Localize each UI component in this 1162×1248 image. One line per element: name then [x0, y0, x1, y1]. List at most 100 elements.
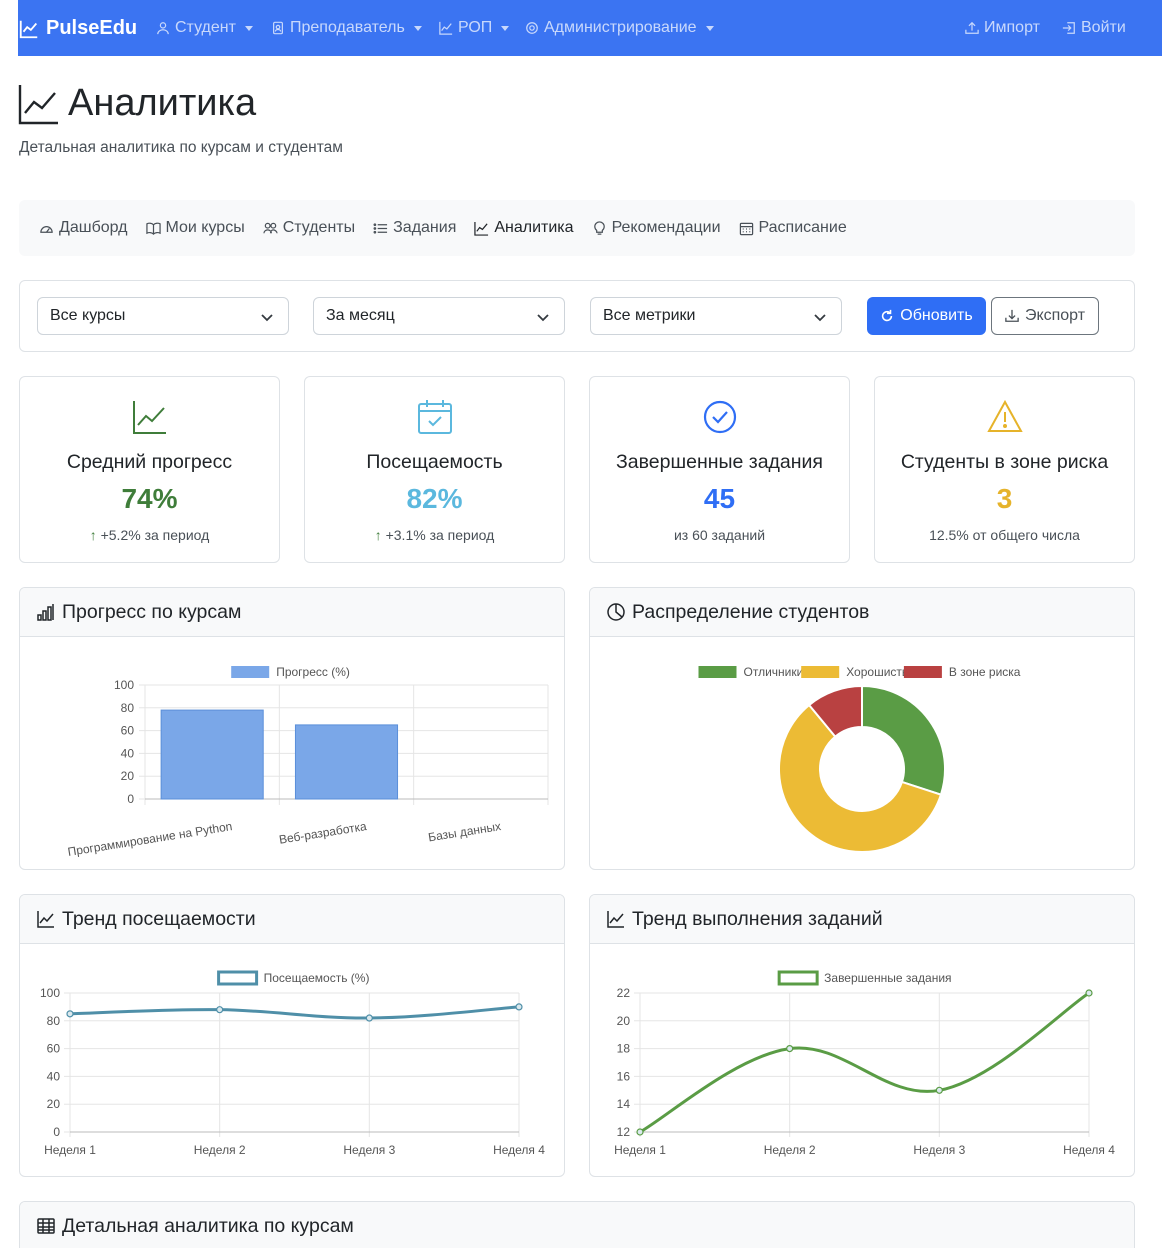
period-select-value: За месяц — [326, 307, 395, 324]
tab-assignments[interactable]: Задания — [373, 219, 456, 237]
tab-label: Мои курсы — [165, 219, 245, 236]
tab-schedule[interactable]: Расписание — [739, 219, 847, 237]
badge-icon — [273, 21, 283, 35]
legend-swatch — [217, 970, 259, 986]
y-tick-label: 22 — [617, 986, 631, 1000]
list-icon — [373, 222, 388, 234]
brand-name: PulseEdu — [46, 17, 138, 39]
warning-icon — [986, 399, 1023, 432]
person-icon — [157, 22, 169, 35]
legend-swatch — [698, 666, 737, 678]
details-card-header: Детальная аналитика по курсам — [20, 1202, 1134, 1248]
assignments-line-chart: Завершенные задания 12 14 16 18 20 22 Неделя 1 Н… — [614, 970, 1115, 1157]
y-tick-label: 100 — [114, 678, 134, 692]
chart-line-icon — [439, 21, 453, 35]
nav-login-label: Войти — [1081, 19, 1126, 36]
nav-import[interactable]: Импорт — [965, 19, 1040, 37]
nav-teacher-label: Преподаватель — [290, 19, 405, 36]
course-select[interactable]: Все курсы — [37, 297, 289, 335]
data-point — [1085, 989, 1093, 997]
tab-dashboard[interactable]: Дашборд — [39, 219, 128, 237]
chevron-down-icon — [537, 314, 549, 322]
data-point — [786, 1044, 794, 1053]
nav-rop[interactable]: РОП — [439, 19, 510, 37]
stat-card-risk: Студенты в зоне риска 3 12.5% от общего … — [874, 376, 1135, 563]
metrics-select[interactable]: Все метрики — [590, 297, 842, 335]
chart-line-icon — [18, 84, 58, 124]
x-tick-label: Неделя 4 — [1063, 1143, 1115, 1157]
chart-line-icon — [607, 911, 624, 928]
attendance-line-chart: Посещаемость (%) 0 20 40 60 80 100 Неделя 1 Неде… — [40, 970, 545, 1157]
export-button[interactable]: Экспорт — [991, 297, 1099, 335]
legend-label: В зоне риска — [949, 665, 1021, 679]
nav-admin[interactable]: Администрирование — [525, 19, 714, 37]
legend-swatch — [231, 666, 270, 678]
page-subtitle: Детальная аналитика по курсам и студента… — [19, 139, 343, 156]
period-select[interactable]: За месяц — [313, 297, 565, 335]
nav-admin-label: Администрирование — [544, 19, 697, 36]
tab-label: Дашборд — [59, 219, 128, 236]
y-tick-label: 60 — [47, 1042, 61, 1056]
stat-note: 12.5% от общего числа — [929, 527, 1080, 543]
stat-card-progress: Средний прогресс 74% ↑ +5.2% за период — [19, 376, 280, 563]
tab-label: Задания — [393, 219, 457, 236]
x-tick-label: Неделя 1 — [44, 1143, 96, 1157]
legend-label: Прогресс (%) — [276, 665, 350, 679]
legend-swatch — [801, 666, 840, 678]
nav-import-label: Импорт — [984, 19, 1040, 36]
people-icon — [263, 222, 278, 233]
course-select-value: Все курсы — [50, 307, 126, 324]
stat-title: Студенты в зоне риска — [900, 451, 1109, 473]
arrow-up-icon: ↑ — [89, 527, 101, 543]
section-tabs: Дашборд Мои курсы Студенты Задания Анали… — [19, 200, 1135, 256]
donut-slice — [861, 684, 946, 796]
x-tick-label: Неделя 2 — [764, 1143, 816, 1157]
data-point — [66, 1010, 74, 1018]
nav-student[interactable]: Студент — [156, 19, 253, 37]
legend-swatch — [903, 666, 942, 678]
card-title: Распределение студентов — [632, 600, 870, 623]
stat-note-text: +3.1% за период — [385, 527, 495, 543]
y-tick-label: 0 — [53, 1125, 60, 1139]
speedometer-icon — [40, 225, 53, 233]
page-title-text: Аналитика — [68, 82, 257, 124]
calendar-icon — [739, 222, 753, 235]
tab-recommendations[interactable]: Рекомендации — [592, 219, 721, 237]
tab-students[interactable]: Студенты — [263, 219, 355, 237]
tab-analytics[interactable]: Аналитика — [474, 219, 574, 237]
nav-teacher[interactable]: Преподаватель — [271, 19, 422, 37]
series-line — [639, 991, 1090, 1134]
data-point — [365, 1014, 373, 1022]
y-tick-label: 80 — [121, 701, 135, 715]
attendance-card: Тренд посещаемости Посещаемость (%) 0 20 40… — [19, 894, 565, 1177]
y-tick-label: 12 — [617, 1125, 631, 1139]
chart-line-icon — [474, 221, 489, 236]
gear-icon — [526, 22, 538, 34]
progress-bar-chart: Прогресс (%) 0 20 40 60 80 100 Программирование… — [67, 665, 549, 859]
caret-down-icon — [705, 25, 714, 31]
data-point — [935, 1086, 943, 1094]
login-icon — [1062, 22, 1075, 34]
refresh-icon — [882, 309, 893, 322]
x-tick-label: Неделя 3 — [913, 1143, 965, 1157]
stat-card-assignments: Завершенные задания 45 из 60 заданий — [589, 376, 850, 563]
nav-login[interactable]: Войти — [1062, 19, 1126, 37]
distribution-donut-chart: Отличники Хорошисты В зоне риска — [698, 665, 1021, 853]
stat-card-attendance: Посещаемость 82% ↑ +3.1% за период — [304, 376, 565, 563]
y-tick-label: 60 — [121, 724, 135, 738]
metrics-select-value: Все метрики — [603, 307, 696, 324]
brand[interactable]: PulseEdu — [18, 17, 137, 40]
upload-icon — [965, 21, 979, 34]
tab-my-courses[interactable]: Мои курсы — [145, 219, 245, 237]
card-title: Тренд выполнения заданий — [632, 907, 883, 930]
refresh-button[interactable]: Обновить — [867, 297, 986, 335]
caret-down-icon — [413, 25, 422, 31]
x-tick-label: Веб-разработка — [278, 819, 368, 847]
x-tick-label: Неделя 4 — [493, 1143, 545, 1157]
page-title: Аналитика — [18, 82, 256, 125]
assignments-card-header: Тренд выполнения заданий — [590, 895, 1134, 944]
filter-card: Все курсы За месяц Все метрики Обновить … — [19, 280, 1135, 352]
table-icon — [37, 1218, 55, 1234]
y-tick-label: 80 — [47, 1014, 61, 1028]
check-circle-icon — [703, 400, 736, 434]
